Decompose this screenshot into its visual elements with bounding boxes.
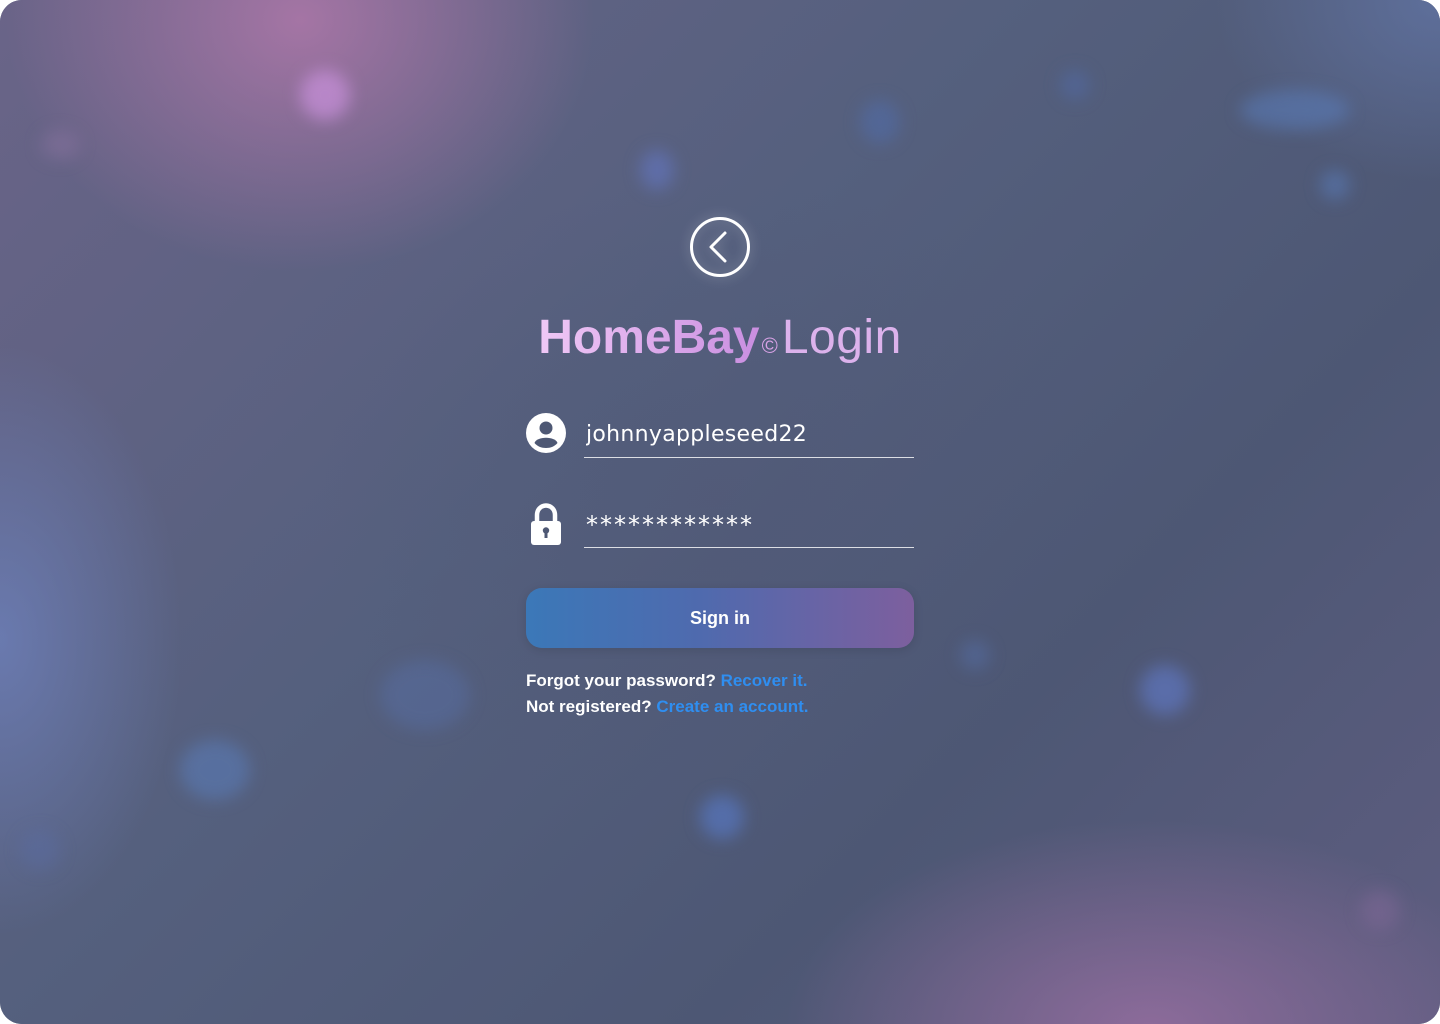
register-row: Not registered? Create an account. bbox=[526, 694, 914, 720]
password-field bbox=[526, 502, 914, 554]
brand-name: HomeBay bbox=[538, 311, 760, 364]
username-field bbox=[526, 412, 914, 464]
password-input[interactable] bbox=[584, 502, 914, 548]
help-links: Forgot your password? Recover it. Not re… bbox=[526, 668, 914, 720]
forgot-password-text: Forgot your password? bbox=[526, 671, 716, 690]
login-heading: Login bbox=[781, 311, 902, 364]
lock-icon bbox=[526, 502, 566, 548]
login-window: HomeBay©Login johnnyappleseed22 ********… bbox=[0, 0, 1440, 1024]
page-title: HomeBay©Login bbox=[526, 308, 914, 376]
signin-button[interactable]: Sign in bbox=[526, 588, 914, 648]
chevron-left-circle-icon bbox=[690, 217, 750, 277]
forgot-password-row: Forgot your password? Recover it. bbox=[526, 668, 914, 694]
recover-link[interactable]: Recover it. bbox=[721, 671, 808, 690]
not-registered-text: Not registered? bbox=[526, 697, 652, 716]
user-circle-icon bbox=[526, 412, 566, 454]
username-input[interactable] bbox=[584, 412, 914, 458]
back-button[interactable] bbox=[689, 216, 751, 278]
copyright-mark: © bbox=[761, 333, 778, 358]
create-account-link[interactable]: Create an account. bbox=[656, 697, 808, 716]
